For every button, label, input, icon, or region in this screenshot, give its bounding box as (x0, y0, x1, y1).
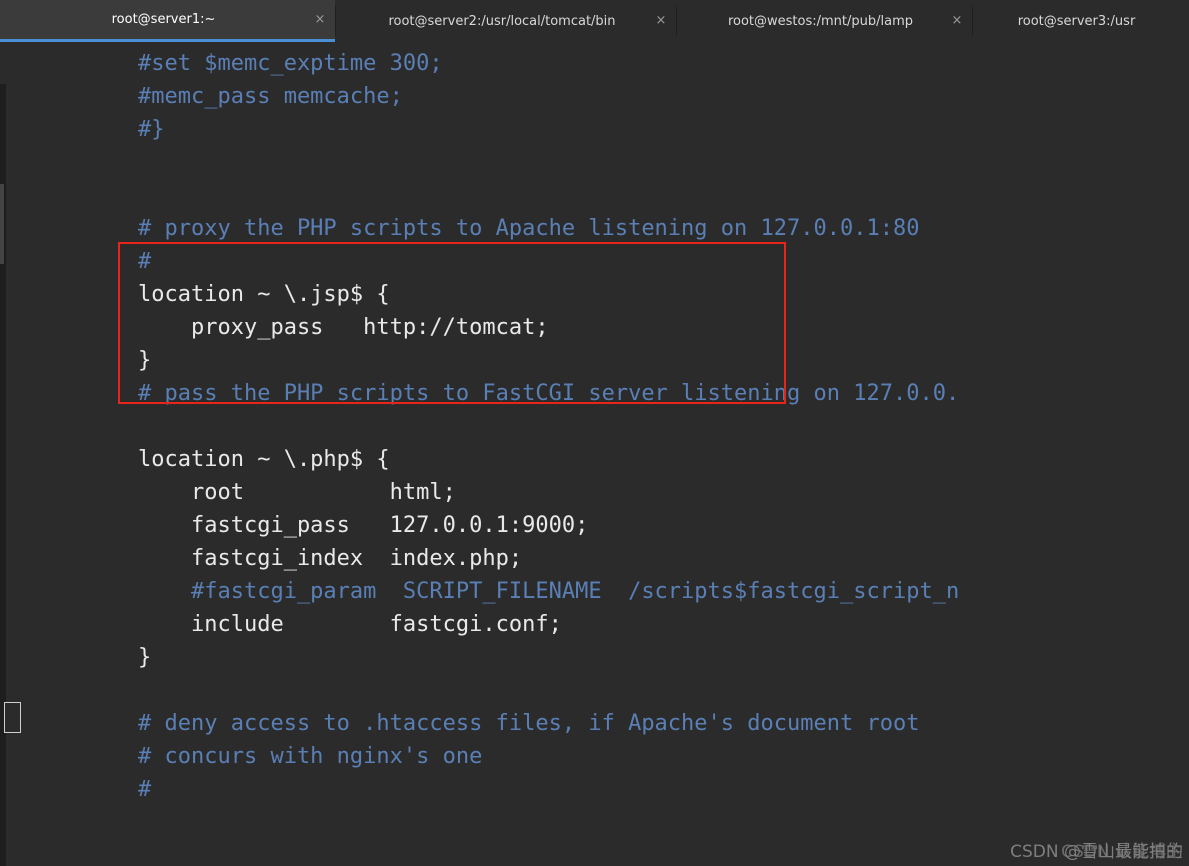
editor-line: location ~ \.jsp$ { (138, 282, 390, 307)
close-icon[interactable]: × (313, 12, 327, 27)
editor-line: #set $memc_exptime 300; (138, 51, 443, 76)
window-left-edge (0, 84, 6, 866)
editor-line: } (138, 645, 152, 670)
tab-label: root@westos:/mnt/pub/lamp (727, 13, 914, 29)
tab-root-westos[interactable]: root@westos:/mnt/pub/lamp × (677, 0, 972, 42)
tab-label: root@server3:/usr (1017, 13, 1136, 29)
editor-line: root html; (138, 480, 456, 505)
close-icon[interactable]: × (950, 14, 964, 28)
editor-line: include fastcgi.conf; (138, 612, 562, 637)
tab-label: root@server2:/usr/local/tomcat/bin (388, 13, 616, 29)
tab-root-server1[interactable]: root@server1:~ × (0, 0, 335, 42)
editor-line: # concurs with nginx's one (138, 744, 483, 769)
editor-line: fastcgi_index index.php; (138, 546, 523, 571)
text-cursor (4, 702, 21, 733)
terminal-window: root@server1:~ × root@server2:/usr/local… (0, 0, 1189, 866)
editor-line: # (138, 249, 152, 274)
editor-line: # pass the PHP scripts to FastCGI server… (138, 381, 960, 406)
editor-line: #memc_pass memcache; (138, 84, 403, 109)
editor-line: proxy_pass http://tomcat; (138, 315, 549, 340)
editor-line: # deny access to .htaccess files, if Apa… (138, 711, 920, 736)
editor-line: } (138, 348, 152, 373)
close-icon[interactable]: × (654, 14, 668, 28)
tab-root-server3[interactable]: root@server3:/usr (973, 0, 1188, 42)
editor-line: # proxy the PHP scripts to Apache listen… (138, 216, 920, 241)
editor-line: location ~ \.php$ { (138, 447, 390, 472)
tab-bar: root@server1:~ × root@server2:/usr/local… (0, 0, 1189, 42)
editor-line: fastcgi_pass 127.0.0.1:9000; (138, 513, 589, 538)
editor-text: #set $memc_exptime 300; #memc_pass memcac… (138, 47, 959, 806)
tab-root-server2[interactable]: root@server2:/usr/local/tomcat/bin × (336, 0, 676, 42)
editor-line: # (138, 777, 152, 802)
terminal-content[interactable]: #set $memc_exptime 300; #memc_pass memcac… (0, 42, 1189, 866)
scrollbar-thumb[interactable] (0, 184, 4, 264)
watermark: CSDN @雪山最能拍的 CSDN 认证博主 (1010, 837, 1183, 862)
tab-label: root@server1:~ (111, 12, 216, 27)
watermark-line-2: CSDN 认证博主 (1061, 842, 1183, 862)
editor-line: #fastcgi_param SCRIPT_FILENAME /scripts$… (138, 579, 960, 604)
editor-line: #} (138, 117, 165, 142)
